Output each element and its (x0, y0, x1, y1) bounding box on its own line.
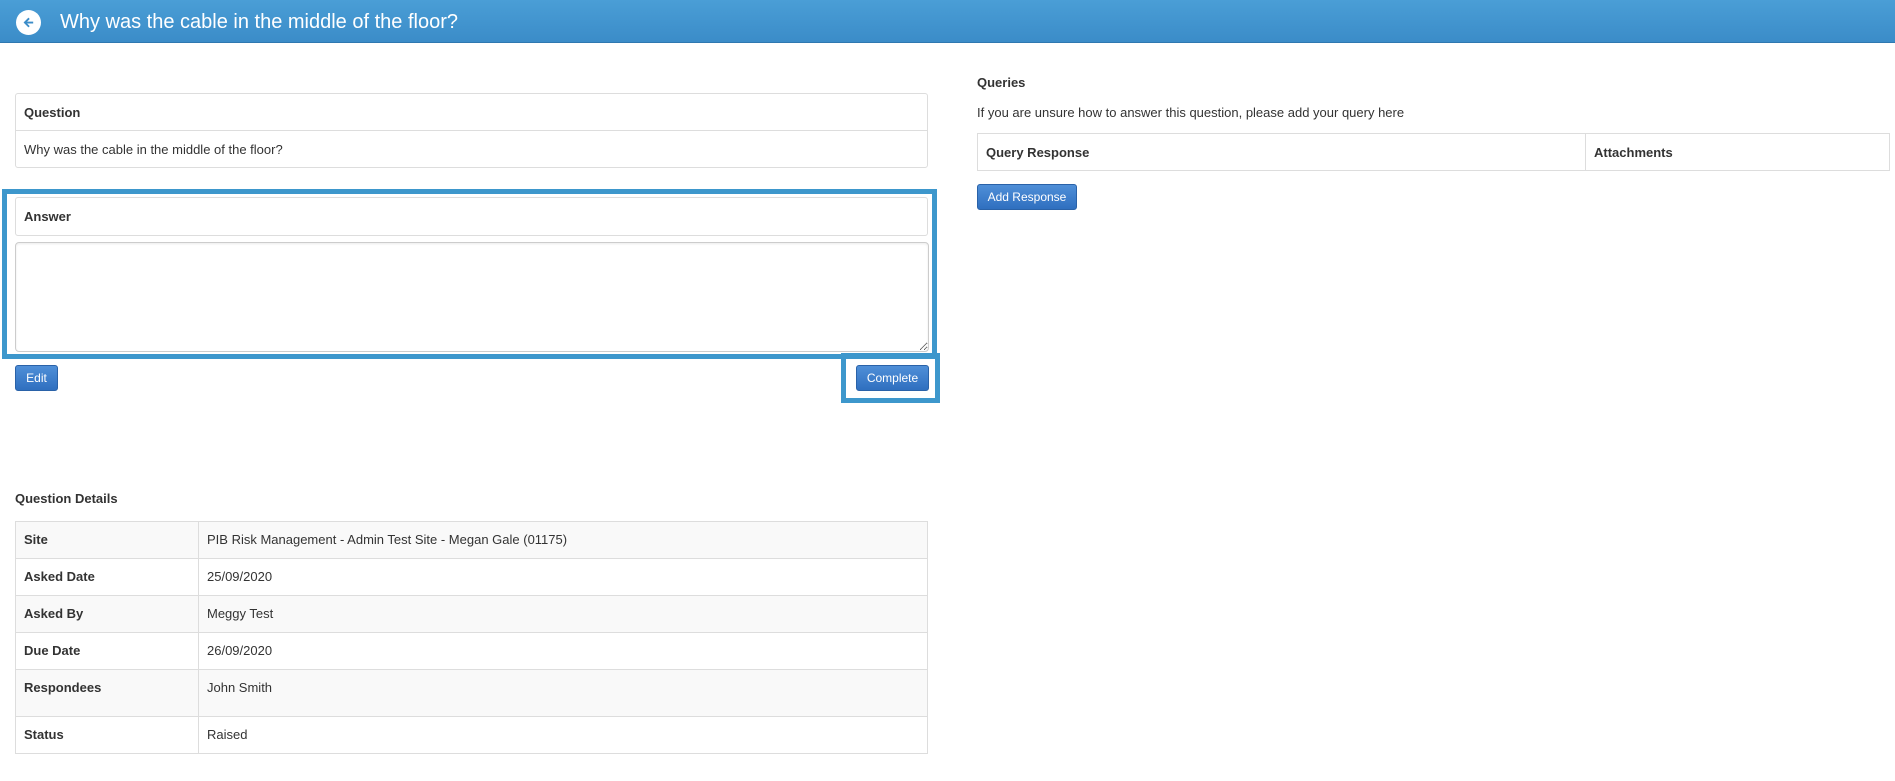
table-row: Respondees John Smith (15, 669, 928, 717)
detail-label-asked-date: Asked Date (15, 558, 199, 596)
detail-label-due-date: Due Date (15, 632, 199, 670)
detail-value-due-date: 26/09/2020 (198, 632, 928, 670)
table-row: Status Raised (15, 716, 928, 754)
detail-label-site: Site (15, 521, 199, 559)
question-heading: Question (16, 94, 927, 131)
detail-label-asked-by: Asked By (15, 595, 199, 633)
table-row: Site PIB Risk Management - Admin Test Si… (15, 521, 928, 559)
complete-button[interactable]: Complete (856, 365, 929, 391)
page-title: Why was the cable in the middle of the f… (60, 11, 458, 33)
detail-value-asked-by: Meggy Test (198, 595, 928, 633)
arrow-left-circle-icon (23, 17, 34, 28)
column-header-attachments: Attachments (1585, 133, 1890, 171)
detail-label-status: Status (15, 716, 199, 754)
add-response-button[interactable]: Add Response (977, 184, 1077, 210)
question-details-table: Site PIB Risk Management - Admin Test Si… (15, 521, 928, 754)
edit-button[interactable]: Edit (15, 365, 58, 391)
queries-title: Queries (977, 75, 1026, 90)
answer-panel: Answer (15, 197, 928, 236)
table-row: Asked Date 25/09/2020 (15, 558, 928, 596)
detail-label-respondees: Respondees (15, 669, 199, 717)
answer-input[interactable] (15, 242, 929, 352)
question-details-title: Question Details (15, 491, 118, 506)
back-button[interactable] (16, 10, 41, 35)
detail-value-status: Raised (198, 716, 928, 754)
table-header-row: Query Response Attachments (977, 133, 1890, 171)
detail-value-asked-date: 25/09/2020 (198, 558, 928, 596)
queries-description: If you are unsure how to answer this que… (977, 105, 1405, 120)
question-panel: Question Why was the cable in the middle… (15, 93, 928, 168)
table-row: Asked By Meggy Test (15, 595, 928, 633)
queries-table: Query Response Attachments (977, 133, 1890, 171)
detail-value-site: PIB Risk Management - Admin Test Site - … (198, 521, 928, 559)
table-row: Due Date 26/09/2020 (15, 632, 928, 670)
page-header: Why was the cable in the middle of the f… (0, 0, 1895, 43)
detail-value-respondees: John Smith (198, 669, 928, 717)
question-text: Why was the cable in the middle of the f… (24, 142, 283, 157)
answer-heading: Answer (24, 209, 71, 224)
column-header-query-response: Query Response (977, 133, 1586, 171)
